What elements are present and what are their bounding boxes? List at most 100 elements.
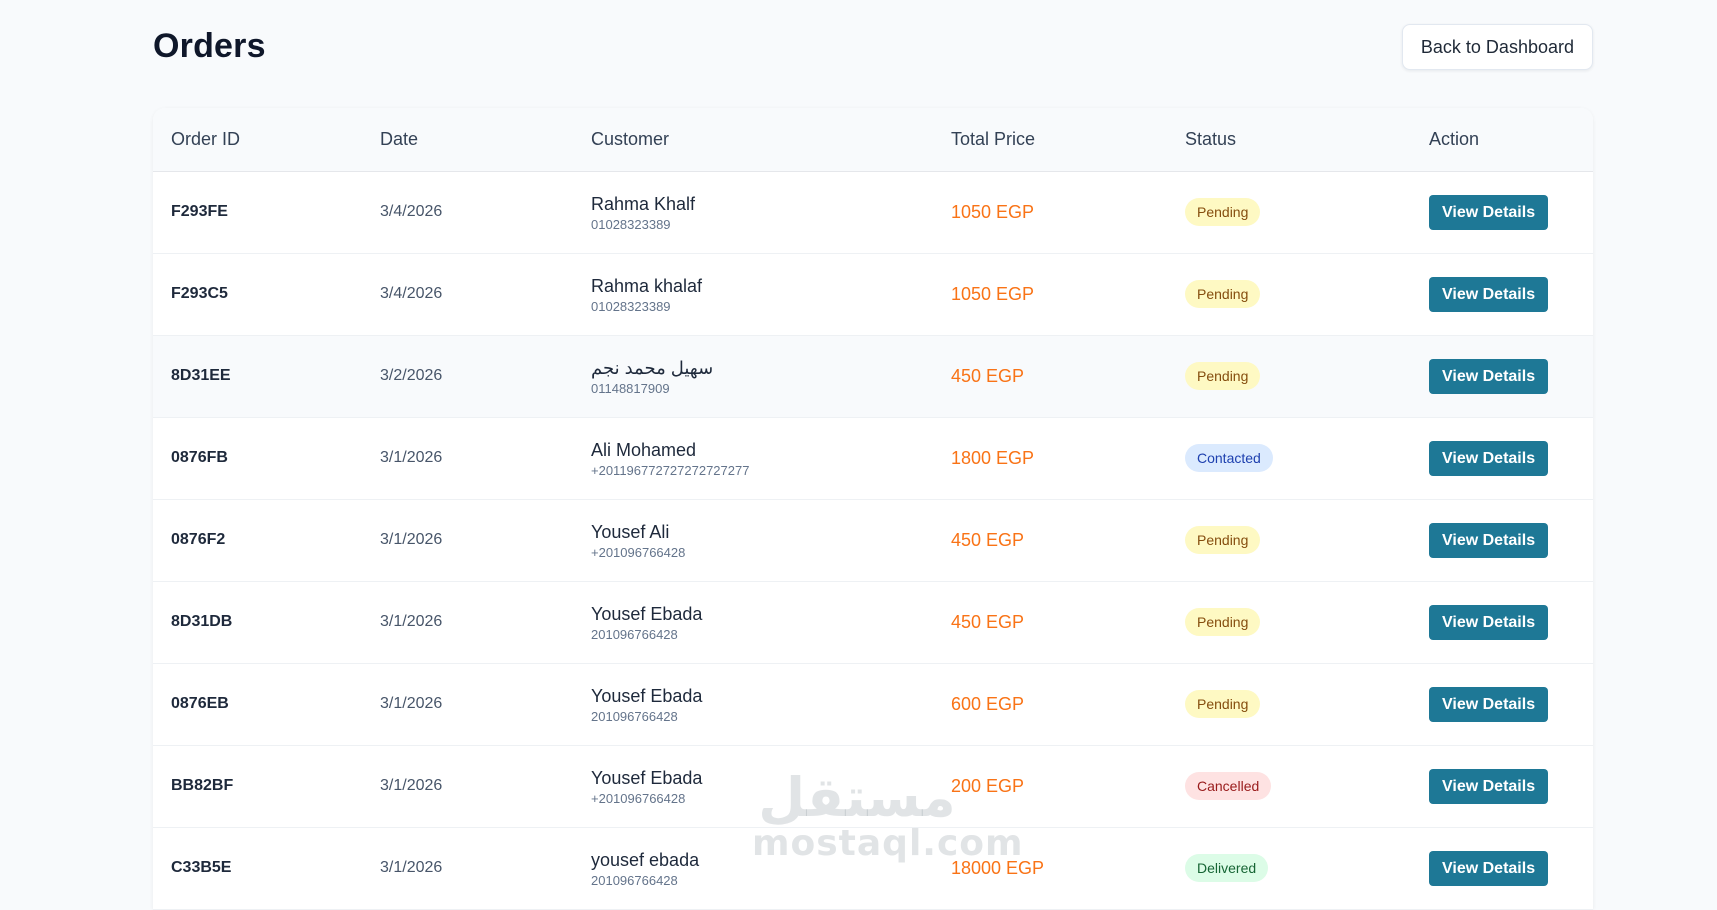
total-price-cell: 18000 EGP <box>933 827 1167 909</box>
date-cell: 3/2/2026 <box>362 335 573 417</box>
header-row: Order ID Date Customer Total Price Statu… <box>153 108 1593 171</box>
action-cell: View Details <box>1411 745 1593 827</box>
status-cell: Pending <box>1167 335 1411 417</box>
total-price: 1050 EGP <box>951 283 1035 304</box>
status-cell: Pending <box>1167 171 1411 253</box>
order-id-cell: 0876FB <box>153 417 362 499</box>
view-details-button[interactable]: View Details <box>1429 440 1549 476</box>
status-badge: Pending <box>1185 690 1261 718</box>
view-details-button[interactable]: View Details <box>1429 768 1549 804</box>
order-date: 3/1/2026 <box>380 613 443 630</box>
customer-cell: Yousef Ebada 201096766428 <box>573 581 933 663</box>
status-cell: Delivered <box>1167 827 1411 909</box>
total-price-cell: 1050 EGP <box>933 171 1167 253</box>
back-to-dashboard-button[interactable]: Back to Dashboard <box>1401 24 1593 70</box>
table-row: 8D31DB 3/1/2026 Yousef Ebada 201096766428 45… <box>153 581 1593 663</box>
date-cell: 3/4/2026 <box>362 253 573 335</box>
customer-cell: Yousef Ali +201096766428 <box>573 499 933 581</box>
total-price-cell: 450 EGP <box>933 335 1167 417</box>
customer-name: Ali Mohamed <box>591 439 697 460</box>
action-cell: View Details <box>1411 335 1593 417</box>
column-header-order-id: Order ID <box>171 128 241 149</box>
order-date: 3/4/2026 <box>380 285 443 302</box>
table-row: 0876EB 3/1/2026 Yousef Ebada 201096766428 60… <box>153 663 1593 745</box>
view-details-button[interactable]: View Details <box>1429 604 1549 640</box>
customer-cell: yousef ebada 201096766428 <box>573 827 933 909</box>
customer-phone: 01148817909 <box>591 380 670 396</box>
table-row: F293FE 3/4/2026 Rahma Khalf 01028323389 1050… <box>153 171 1593 253</box>
table-row: C33B5E 3/1/2026 yousef ebada 201096766428 18… <box>153 827 1593 909</box>
total-price: 450 EGP <box>951 529 1025 550</box>
order-id: 8D31DB <box>171 613 233 630</box>
status-cell: Pending <box>1167 581 1411 663</box>
order-date: 3/1/2026 <box>380 531 443 548</box>
customer-name: سهيل محمد نجم <box>591 357 714 378</box>
status-badge: Pending <box>1185 526 1261 554</box>
total-price-cell: 450 EGP <box>933 581 1167 663</box>
view-details-button[interactable]: View Details <box>1429 276 1549 312</box>
table-header: Order ID Date Customer Total Price Statu… <box>153 108 1593 171</box>
order-date: 3/1/2026 <box>380 449 443 466</box>
page-title: Orders <box>153 27 266 65</box>
status-badge: Delivered <box>1185 854 1269 882</box>
orders-page: Orders Back to Dashboard Order ID Date C… <box>153 0 1593 910</box>
total-price: 200 EGP <box>951 775 1025 796</box>
date-cell: 3/1/2026 <box>362 827 573 909</box>
customer-name: Rahma Khalf <box>591 193 696 214</box>
action-cell: View Details <box>1411 253 1593 335</box>
order-date: 3/1/2026 <box>380 695 443 712</box>
table-row: F293C5 3/4/2026 Rahma khalaf 01028323389 105… <box>153 253 1593 335</box>
action-cell: View Details <box>1411 499 1593 581</box>
total-price: 1800 EGP <box>951 447 1035 468</box>
customer-phone: +201196772727272727277 <box>591 462 750 478</box>
customer-cell: Yousef Ebada 201096766428 <box>573 663 933 745</box>
date-cell: 3/1/2026 <box>362 581 573 663</box>
column-header-status: Status <box>1185 128 1237 149</box>
customer-cell: Yousef Ebada +201096766428 <box>573 745 933 827</box>
total-price-cell: 600 EGP <box>933 663 1167 745</box>
total-price-cell: 200 EGP <box>933 745 1167 827</box>
table-row: BB82BF 3/1/2026 Yousef Ebada +201096766428 2… <box>153 745 1593 827</box>
order-id-cell: 8D31EE <box>153 335 362 417</box>
total-price: 600 EGP <box>951 693 1025 714</box>
order-id: 0876F2 <box>171 531 226 548</box>
order-id: C33B5E <box>171 859 232 876</box>
customer-name: Rahma khalaf <box>591 275 703 296</box>
order-id-cell: 0876EB <box>153 663 362 745</box>
order-id-cell: BB82BF <box>153 745 362 827</box>
column-header-customer: Customer <box>591 128 670 149</box>
order-id-cell: 0876F2 <box>153 499 362 581</box>
customer-name: yousef ebada <box>591 849 700 870</box>
customer-phone: 201096766428 <box>591 872 678 888</box>
table-row: 0876FB 3/1/2026 Ali Mohamed +20119677272727… <box>153 417 1593 499</box>
status-cell: Contacted <box>1167 417 1411 499</box>
customer-phone: 201096766428 <box>591 708 678 724</box>
order-id: F293C5 <box>171 285 228 302</box>
customer-phone: +201096766428 <box>591 544 686 560</box>
order-id: 8D31EE <box>171 367 231 384</box>
total-price-cell: 1800 EGP <box>933 417 1167 499</box>
total-price-cell: 1050 EGP <box>933 253 1167 335</box>
view-details-button[interactable]: View Details <box>1429 850 1549 886</box>
total-price: 450 EGP <box>951 365 1025 386</box>
view-details-button[interactable]: View Details <box>1429 194 1549 230</box>
order-date: 3/1/2026 <box>380 859 443 876</box>
column-header-action: Action <box>1429 128 1480 149</box>
customer-cell: سهيل محمد نجم 01148817909 <box>573 335 933 417</box>
customer-phone: 201096766428 <box>591 626 678 642</box>
view-details-button[interactable]: View Details <box>1429 358 1549 394</box>
date-cell: 3/4/2026 <box>362 171 573 253</box>
view-details-button[interactable]: View Details <box>1429 522 1549 558</box>
action-cell: View Details <box>1411 663 1593 745</box>
view-details-button[interactable]: View Details <box>1429 686 1549 722</box>
status-cell: Pending <box>1167 663 1411 745</box>
customer-cell: Ali Mohamed +201196772727272727277 <box>573 417 933 499</box>
total-price: 18000 EGP <box>951 857 1045 878</box>
orders-table: Order ID Date Customer Total Price Statu… <box>153 108 1593 910</box>
table-row: 0876F2 3/1/2026 Yousef Ali +201096766428 450… <box>153 499 1593 581</box>
order-id-cell: C33B5E <box>153 827 362 909</box>
customer-name: Yousef Ebada <box>591 685 703 706</box>
action-cell: View Details <box>1411 827 1593 909</box>
date-cell: 3/1/2026 <box>362 663 573 745</box>
page-header: Orders Back to Dashboard <box>153 0 1593 108</box>
